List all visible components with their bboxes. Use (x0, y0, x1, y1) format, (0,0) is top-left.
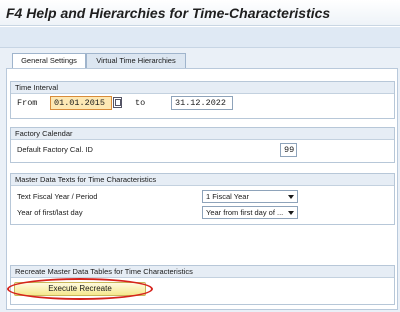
to-date-field[interactable]: 31.12.2022 (171, 96, 233, 110)
factory-cal-id-field[interactable]: 99 (280, 143, 297, 157)
tab-virtual-time-hierarchies[interactable]: Virtual Time Hierarchies (86, 53, 186, 68)
application-toolbar (0, 27, 400, 48)
year-first-last-dropdown[interactable]: Year from first day of ... (202, 206, 298, 219)
highlight-circle (7, 278, 153, 300)
chevron-down-icon (288, 211, 294, 215)
recreate-header: Recreate Master Data Tables for Time Cha… (11, 266, 394, 278)
factory-cal-id-label: Default Factory Cal. ID (17, 145, 93, 154)
to-label: to (135, 98, 146, 108)
from-date-field[interactable]: 01.01.2015 (50, 96, 112, 110)
year-first-last-value: Year from first day of ... (206, 208, 284, 217)
from-label: From (17, 98, 38, 108)
chevron-down-icon (288, 195, 294, 199)
title-bar: F4 Help and Hierarchies for Time-Charact… (0, 0, 400, 26)
text-fiscal-label: Text Fiscal Year / Period (17, 192, 98, 201)
year-first-last-label: Year of first/last day (17, 208, 83, 217)
text-fiscal-dropdown[interactable]: 1 Fiscal Year (202, 190, 298, 203)
factory-calendar-header: Factory Calendar (11, 128, 394, 140)
master-data-texts-header: Master Data Texts for Time Characteristi… (11, 174, 394, 186)
text-fiscal-value: 1 Fiscal Year (206, 192, 249, 201)
time-interval-header: Time Interval (11, 82, 394, 94)
value-help-icon[interactable] (113, 97, 122, 108)
window-title: F4 Help and Hierarchies for Time-Charact… (6, 5, 331, 21)
tab-general-settings[interactable]: General Settings (12, 53, 86, 68)
